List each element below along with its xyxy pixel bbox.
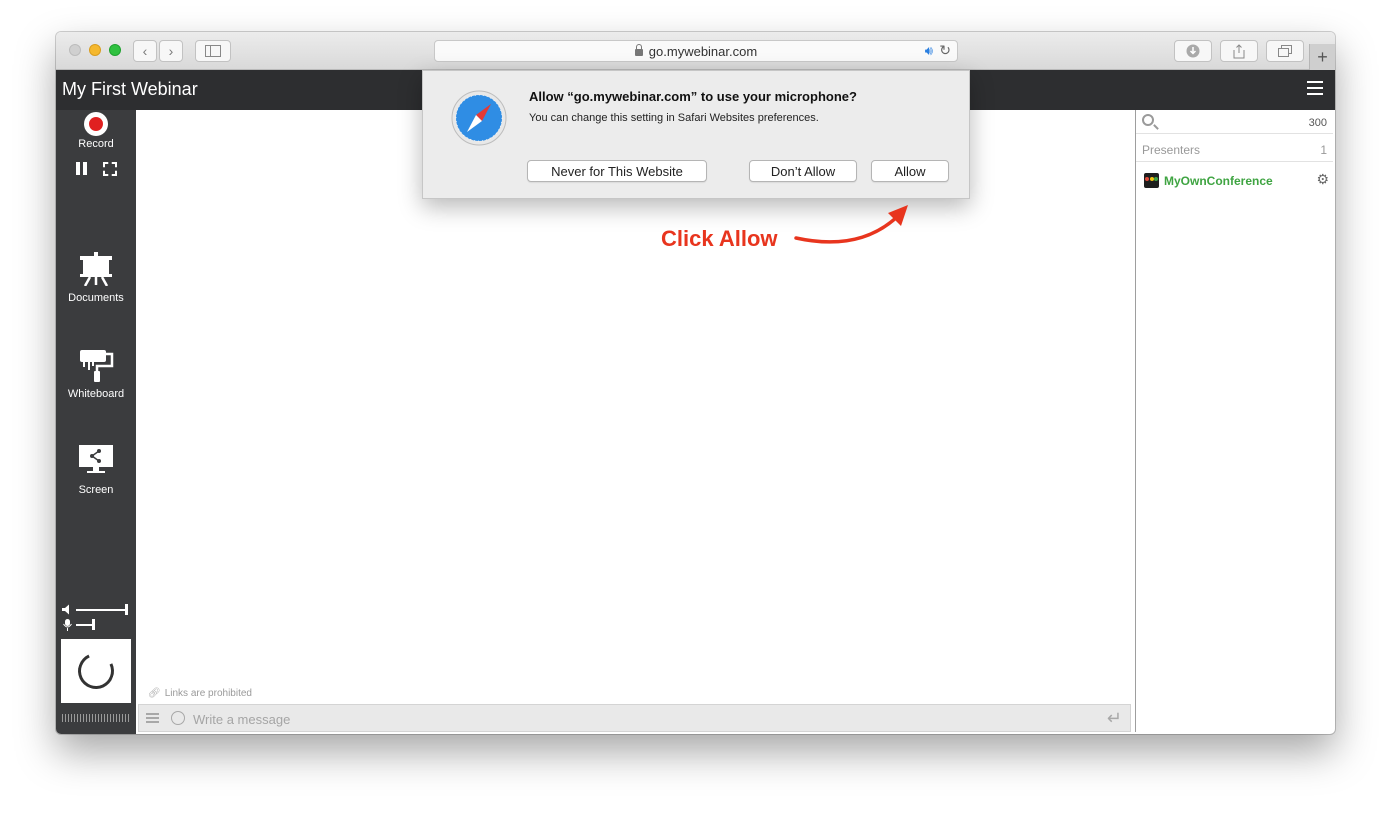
new-tab-button[interactable]: + [1309,44,1335,70]
webcam-preview [61,639,131,703]
sidebar-icon [205,45,221,57]
share-button[interactable] [1220,40,1258,62]
fullscreen-icon[interactable] [103,162,117,176]
tabs-overview-button[interactable] [1266,40,1304,62]
close-window-button[interactable] [69,44,81,56]
chat-input-bar: ↵ [138,704,1131,732]
emoji-icon[interactable] [171,711,185,725]
plus-icon: + [1317,46,1328,67]
presentation-area: 🔗︎Links are prohibited ↵ [136,110,1133,734]
speaker-icon [62,604,69,615]
links-prohibited-note: 🔗︎ Links are prohibited [148,688,252,699]
screen-label: Screen [78,484,114,496]
browser-toolbar: ‹ › go.mywebinar.com 🔊︎ ↻ + [56,32,1335,70]
click-allow-annotation: Click Allow [661,226,778,251]
presenters-header: Presenters 1 [1136,138,1333,162]
minimize-window-button[interactable] [89,44,101,56]
chevron-left-icon: ‹ [142,43,148,59]
speaker-icon[interactable]: 🔊︎ [925,43,933,59]
loading-spinner-icon [72,647,120,695]
zoom-window-button[interactable] [109,44,121,56]
menu-button[interactable] [1307,81,1323,97]
download-icon [1186,44,1200,58]
page-title: My First Webinar [62,79,198,99]
microphone-permission-dialog: Allow “go.mywebinar.com” to use your mic… [422,70,970,199]
downloads-button[interactable] [1174,40,1212,62]
screen-share-icon [79,445,113,473]
tabs-icon [1278,45,1292,57]
allow-button[interactable]: Allow [871,160,949,182]
dialog-subtitle: You can change this setting in Safari We… [529,112,819,124]
audio-level-meter [62,714,130,722]
forward-button[interactable]: › [159,40,183,62]
reload-icon[interactable]: ↻ [939,42,951,59]
left-toolbar: Record Documents Whiteboard Screen [56,110,136,734]
microphone-volume-slider[interactable] [62,619,130,631]
presenter-item[interactable]: MyOwnConference ⚙ [1136,170,1333,192]
address-url: go.mywebinar.com [648,43,758,59]
link-icon: 🔗︎ [148,688,161,699]
participants-search[interactable]: 300 [1136,110,1333,134]
never-for-this-website-button[interactable]: Never for This Website [527,160,707,182]
gear-icon[interactable]: ⚙ [1316,171,1329,188]
pause-icon[interactable] [76,162,88,175]
presenter-avatar [1144,173,1159,188]
list-icon [146,713,159,723]
whiteboard-label: Whiteboard [67,388,125,400]
address-bar[interactable]: go.mywebinar.com 🔊︎ ↻ [434,40,958,62]
presenter-name: MyOwnConference [1164,174,1273,188]
paint-roller-icon [80,350,114,382]
hamburger-icon [1307,81,1323,95]
send-enter-icon[interactable]: ↵ [1107,708,1122,729]
record-label: Record [78,138,114,150]
search-icon [1142,114,1154,126]
chat-message-input[interactable] [193,709,1073,729]
lock-icon [634,43,643,56]
participants-panel: 300 Presenters 1 MyOwnConference ⚙ [1135,110,1333,732]
record-button[interactable] [84,112,108,136]
chat-menu-button[interactable] [146,713,159,724]
sidebar-toggle-button[interactable] [195,40,231,62]
dont-allow-button[interactable]: Don’t Allow [749,160,857,182]
speaker-volume-slider[interactable] [62,604,130,616]
chevron-right-icon: › [168,43,174,59]
share-icon [1233,43,1245,58]
dialog-title: Allow “go.mywebinar.com” to use your mic… [529,89,857,104]
microphone-icon [63,619,72,631]
safari-compass-icon [451,90,507,146]
presenters-label: Presenters [1142,143,1201,157]
documents-label: Documents [68,292,124,304]
annotation-arrow-icon [794,205,908,244]
back-button[interactable]: ‹ [133,40,157,62]
participants-count: 300 [1308,117,1327,129]
presenters-count: 1 [1320,143,1327,157]
easel-icon [80,252,112,286]
